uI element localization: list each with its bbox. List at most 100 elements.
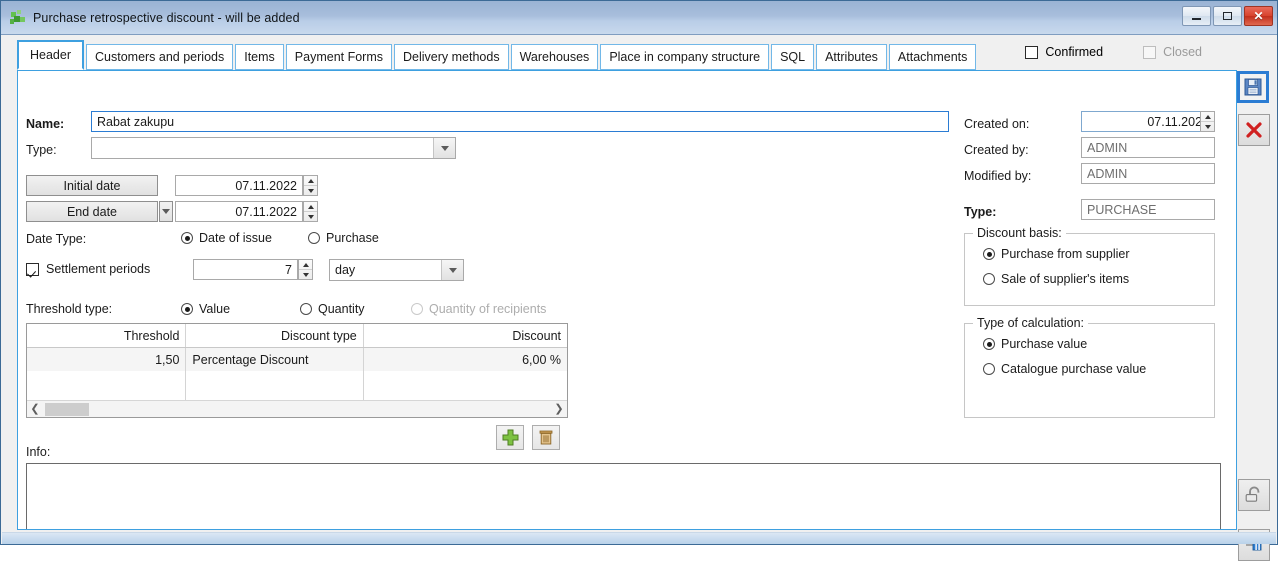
chevron-down-icon: [433, 138, 455, 158]
spinner-up-icon[interactable]: [304, 202, 317, 212]
spinner-up-icon[interactable]: [1201, 112, 1214, 122]
created-on-label: Created on:: [964, 117, 1030, 131]
radio-label: Catalogue purchase value: [1001, 362, 1147, 376]
settlement-periods-unit-combobox[interactable]: day: [329, 259, 464, 281]
radio-purchase-from-supplier[interactable]: Purchase from supplier: [983, 247, 1130, 261]
settlement-periods-spinner[interactable]: [298, 259, 313, 280]
discount-basis-group: Discount basis: Purchase from supplier S…: [964, 226, 1215, 306]
tab-place-in-company-structure[interactable]: Place in company structure: [600, 44, 770, 70]
radio-dot: [308, 232, 320, 244]
radio-threshold-value[interactable]: Value: [181, 302, 230, 316]
minimize-button[interactable]: [1182, 6, 1211, 26]
scrollbar-track[interactable]: [43, 402, 551, 417]
column-header-discount-type[interactable]: Discount type: [186, 324, 364, 347]
tab-sql[interactable]: SQL: [771, 44, 815, 70]
radio-label: Purchase value: [1001, 337, 1088, 351]
radio-label: Sale of supplier's items: [1001, 272, 1130, 286]
radio-dot: [983, 248, 995, 260]
cell-discount-type: [186, 371, 364, 401]
grid-header-row: Threshold Discount type Discount: [27, 324, 567, 348]
radio-purchase-value[interactable]: Purchase value: [983, 337, 1087, 351]
delete-row-button[interactable]: [532, 425, 560, 450]
tab-label: Header: [30, 48, 71, 62]
title-bar: Purchase retrospective discount - will b…: [1, 1, 1277, 35]
radio-sale-of-suppliers-items[interactable]: Sale of supplier's items: [983, 272, 1129, 286]
cell-threshold: [27, 371, 187, 401]
initial-date-button[interactable]: Initial date: [26, 175, 158, 196]
end-date-button[interactable]: End date: [26, 201, 158, 222]
scrollbar-thumb[interactable]: [45, 402, 89, 416]
info-value: [27, 464, 1220, 472]
spinner-up-icon[interactable]: [304, 176, 317, 186]
spinner-up-icon[interactable]: [299, 260, 312, 270]
add-row-button[interactable]: [496, 425, 524, 450]
name-input-value: Rabat zakupu: [97, 114, 175, 129]
scroll-right-icon[interactable]: ❯: [551, 403, 567, 415]
spinner-down-icon[interactable]: [304, 186, 317, 195]
radio-label: Quantity: [318, 302, 365, 316]
end-date-spinner[interactable]: [303, 201, 318, 222]
cell-threshold: 1,50: [27, 348, 187, 371]
grid-horizontal-scrollbar[interactable]: ❮ ❯: [27, 400, 567, 417]
save-button[interactable]: [1237, 71, 1269, 103]
radio-threshold-quantity-of-recipients: Quantity of recipients: [411, 302, 546, 316]
initial-date-input[interactable]: 07.11.2022: [175, 175, 303, 196]
name-label: Name:: [26, 117, 65, 131]
created-on-input[interactable]: 07.11.2022: [1081, 111, 1215, 132]
tab-items[interactable]: Items: [235, 44, 284, 70]
radio-purchase[interactable]: Purchase: [308, 231, 379, 245]
radio-threshold-quantity[interactable]: Quantity: [300, 302, 365, 316]
scroll-left-icon[interactable]: ❮: [27, 403, 43, 415]
end-date-dropdown-button[interactable]: [159, 201, 173, 222]
radio-date-of-issue[interactable]: Date of issue: [181, 231, 272, 245]
threshold-grid[interactable]: Threshold Discount type Discount 1,50 Pe…: [26, 323, 568, 418]
table-row[interactable]: 1,50 Percentage Discount 6,00 %: [27, 348, 567, 371]
tab-attachments[interactable]: Attachments: [888, 44, 977, 70]
created-by-input: ADMIN: [1081, 137, 1215, 158]
created-on-spinner[interactable]: [1200, 111, 1215, 132]
name-input[interactable]: Rabat zakupu: [91, 111, 949, 132]
tab-label: Customers and periods: [95, 50, 225, 64]
unlock-button[interactable]: [1238, 479, 1270, 511]
modified-by-value: ADMIN: [1087, 166, 1128, 181]
type-label: Type:: [26, 143, 57, 157]
closed-label: Closed: [1163, 45, 1202, 59]
tab-delivery-methods[interactable]: Delivery methods: [394, 44, 509, 70]
settlement-periods-checkbox[interactable]: Settlement periods: [26, 262, 150, 276]
spinner-down-icon[interactable]: [299, 270, 312, 279]
tab-header[interactable]: Header: [17, 40, 84, 70]
column-header-discount[interactable]: Discount: [364, 324, 567, 347]
column-header-threshold[interactable]: Threshold: [27, 324, 187, 347]
tab-label: Warehouses: [519, 50, 590, 64]
radio-dot: [300, 303, 312, 315]
discount-basis-caption: Discount basis:: [973, 226, 1066, 240]
close-button[interactable]: ✕: [1244, 6, 1273, 26]
application-window: Purchase retrospective discount - will b…: [0, 0, 1278, 561]
settlement-periods-input[interactable]: 7: [193, 259, 298, 280]
info-textarea[interactable]: [26, 463, 1221, 529]
radio-dot: [983, 363, 995, 375]
radio-catalogue-purchase-value[interactable]: Catalogue purchase value: [983, 362, 1146, 376]
maximize-button[interactable]: [1213, 6, 1242, 26]
checkbox-box: [1025, 45, 1039, 59]
radio-label: Quantity of recipients: [429, 302, 547, 316]
confirmed-checkbox[interactable]: Confirmed: [1025, 45, 1103, 59]
tab-attributes[interactable]: Attributes: [816, 44, 887, 70]
red-x-icon: [1246, 122, 1262, 138]
spinner-down-icon[interactable]: [304, 212, 317, 221]
window-title: Purchase retrospective discount - will b…: [33, 10, 300, 25]
table-row[interactable]: [27, 371, 567, 401]
tab-customers-and-periods[interactable]: Customers and periods: [86, 44, 234, 70]
initial-date-spinner[interactable]: [303, 175, 318, 196]
checkbox-box: [1143, 45, 1157, 59]
type-of-calculation-caption: Type of calculation:: [973, 316, 1089, 330]
tab-payment-forms[interactable]: Payment Forms: [285, 44, 393, 70]
tab-warehouses[interactable]: Warehouses: [510, 44, 599, 70]
end-date-input[interactable]: 07.11.2022: [175, 201, 303, 222]
cancel-button[interactable]: [1238, 114, 1270, 146]
tab-label: Attachments: [897, 50, 968, 64]
open-padlock-icon: [1245, 486, 1260, 502]
spinner-down-icon[interactable]: [1201, 122, 1214, 131]
type-combobox[interactable]: [91, 137, 456, 159]
end-date-button-label: End date: [66, 204, 118, 219]
